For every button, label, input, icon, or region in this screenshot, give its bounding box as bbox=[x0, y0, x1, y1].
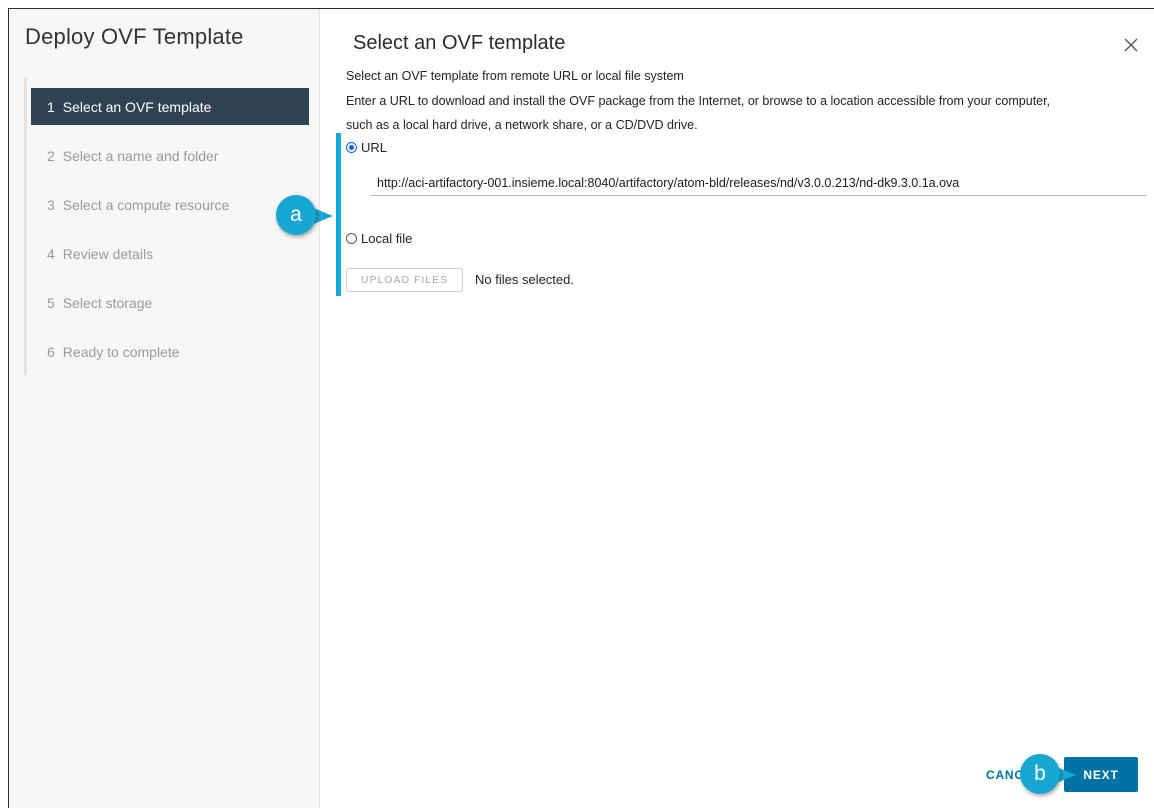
url-radio-button[interactable] bbox=[346, 142, 357, 153]
upload-files-button[interactable]: UPLOAD FILES bbox=[346, 268, 463, 292]
callout-highlight-bar bbox=[336, 133, 341, 296]
wizard-title: Deploy OVF Template bbox=[25, 24, 244, 49]
step-label: Ready to complete bbox=[62, 343, 180, 360]
page-title: Select an OVF template bbox=[353, 32, 566, 54]
step-number: 5 bbox=[47, 294, 55, 311]
step-label: Select an OVF template bbox=[62, 98, 212, 115]
page-subtitle: Select an OVF template from remote URL o… bbox=[346, 69, 684, 83]
step-label: Select a compute resource bbox=[62, 196, 230, 213]
step-number: 2 bbox=[47, 147, 55, 164]
steps-rail bbox=[24, 78, 27, 375]
callout-b-badge: b bbox=[1020, 754, 1060, 794]
wizard-step-3[interactable]: 3 Select a compute resource bbox=[31, 186, 309, 223]
step-number: 4 bbox=[47, 245, 55, 262]
no-files-status: No files selected. bbox=[475, 272, 574, 287]
step-number: 3 bbox=[47, 196, 55, 213]
step-label: Review details bbox=[62, 245, 154, 262]
url-radio-label: URL bbox=[361, 140, 388, 155]
wizard-step-1[interactable]: 1 Select an OVF template bbox=[31, 88, 309, 125]
wizard-step-6[interactable]: 6 Ready to complete bbox=[31, 333, 309, 370]
step-label: Select a name and folder bbox=[62, 147, 219, 164]
description-line-2: such as a local hard drive, a network sh… bbox=[346, 118, 698, 132]
close-icon bbox=[1124, 38, 1138, 52]
wizard-step-5[interactable]: 5 Select storage bbox=[31, 284, 309, 321]
close-button[interactable] bbox=[1120, 34, 1142, 56]
local-file-radio-label: Local file bbox=[361, 231, 413, 246]
local-file-radio-button[interactable] bbox=[346, 233, 357, 244]
step-label: Select storage bbox=[62, 294, 153, 311]
wizard-step-2[interactable]: 2 Select a name and folder bbox=[31, 137, 309, 174]
step-number: 6 bbox=[47, 343, 55, 360]
wizard-sidebar bbox=[9, 9, 320, 808]
url-radio-option[interactable]: URL bbox=[346, 140, 387, 155]
step-number: 1 bbox=[47, 98, 55, 115]
local-file-radio-option[interactable]: Local file bbox=[346, 231, 412, 246]
url-input[interactable] bbox=[371, 170, 1146, 196]
callout-a-badge: a bbox=[276, 195, 316, 235]
description-line-1: Enter a URL to download and install the … bbox=[346, 94, 1051, 108]
wizard-step-4[interactable]: 4 Review details bbox=[31, 235, 309, 272]
